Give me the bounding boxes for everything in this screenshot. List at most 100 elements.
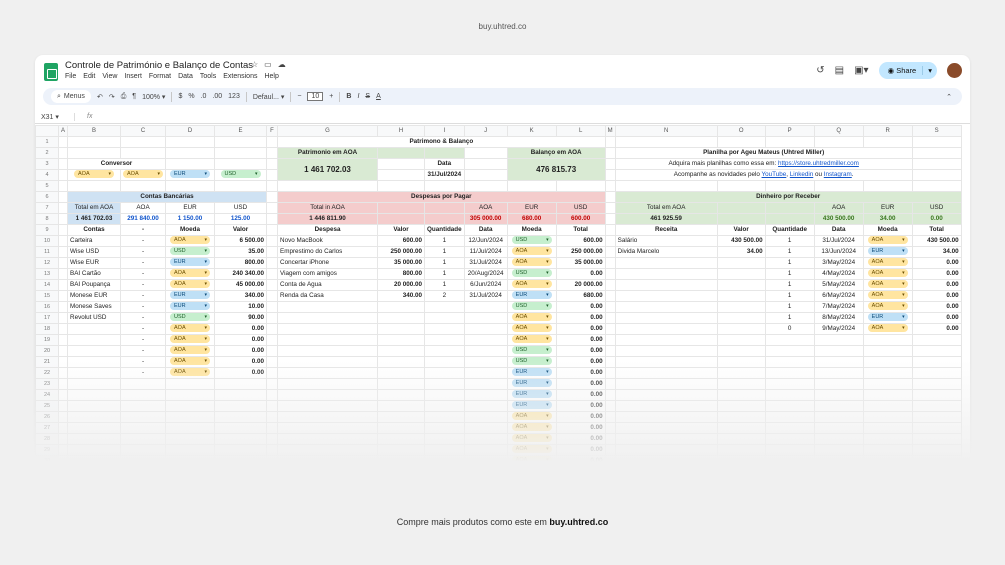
cell[interactable]: EUR — [506, 367, 557, 379]
cell[interactable] — [266, 213, 279, 225]
row-number[interactable]: 31 — [35, 466, 59, 475]
cell[interactable] — [266, 323, 279, 335]
cell[interactable] — [165, 411, 216, 423]
cell[interactable] — [424, 433, 465, 445]
cell[interactable] — [377, 345, 426, 357]
sheet-title[interactable]: Patrimono & Balanço — [277, 136, 606, 148]
cell[interactable]: USD — [165, 246, 216, 258]
cell[interactable] — [716, 466, 766, 475]
cell[interactable]: - — [120, 334, 167, 346]
cell[interactable] — [463, 180, 508, 192]
cell[interactable]: Total — [555, 224, 606, 236]
cell[interactable] — [463, 158, 508, 170]
cell[interactable] — [716, 378, 766, 390]
cell[interactable] — [911, 334, 962, 346]
cell[interactable]: 1 — [764, 301, 815, 313]
account-name[interactable]: Wise EUR — [67, 257, 122, 269]
cell[interactable] — [604, 169, 616, 181]
cell[interactable] — [214, 422, 268, 434]
cell[interactable] — [604, 180, 616, 192]
column-header[interactable]: N — [614, 125, 718, 137]
cell[interactable]: 800.00 — [214, 257, 268, 269]
cell[interactable] — [614, 455, 718, 467]
currency-dropdown[interactable]: AOA — [867, 291, 908, 300]
redo-icon[interactable]: ↷ — [109, 93, 115, 101]
column-header[interactable]: R — [862, 125, 913, 137]
font-size-minus-icon[interactable]: − — [297, 93, 301, 100]
increase-decimal-button[interactable]: .00 — [212, 93, 222, 100]
cell[interactable]: USD — [506, 356, 557, 368]
cell[interactable]: - — [120, 224, 167, 236]
cell[interactable] — [813, 411, 864, 423]
cell[interactable] — [266, 389, 279, 401]
cell[interactable] — [67, 411, 122, 423]
cell[interactable]: 1 — [764, 257, 815, 269]
balanco-value[interactable]: 476 815.73 — [506, 158, 606, 181]
cell[interactable] — [604, 323, 616, 335]
cell[interactable] — [120, 400, 167, 412]
account-name[interactable] — [67, 356, 122, 368]
cell[interactable] — [614, 345, 718, 357]
cell[interactable] — [67, 444, 122, 456]
cell[interactable] — [57, 334, 69, 346]
cell[interactable] — [377, 301, 426, 313]
cell[interactable] — [506, 180, 557, 192]
cell[interactable]: AOA — [506, 323, 557, 335]
cell[interactable]: 0.00 — [555, 400, 606, 412]
cell[interactable] — [377, 433, 426, 445]
income-name[interactable] — [614, 279, 718, 291]
cell[interactable] — [214, 180, 268, 192]
cell[interactable] — [57, 422, 69, 434]
row-number[interactable]: 7 — [35, 202, 59, 214]
cell[interactable] — [165, 378, 216, 390]
cell[interactable] — [165, 455, 216, 467]
column-header[interactable]: C — [120, 125, 167, 137]
spreadsheet-grid[interactable]: ABCDEFGHIJKLMNOPQRS 1 Patrimono & Balanço… — [35, 125, 962, 475]
cell[interactable] — [377, 400, 426, 412]
column-header[interactable]: E — [214, 125, 268, 137]
patrimonio-value[interactable]: 1 461 702.03 — [277, 158, 379, 181]
cell[interactable] — [266, 136, 279, 148]
row-number[interactable]: 8 — [35, 213, 59, 225]
cell[interactable]: 250 000.00 — [555, 246, 606, 258]
cell[interactable] — [716, 301, 766, 313]
cell[interactable]: 45 000.00 — [214, 279, 268, 291]
currency-dropdown[interactable]: USD — [170, 313, 211, 322]
column-header[interactable]: I — [424, 125, 465, 137]
cell[interactable] — [862, 400, 913, 412]
cell[interactable] — [266, 367, 279, 379]
cell[interactable] — [266, 158, 279, 170]
cell[interactable]: 20/Aug/2024 — [463, 268, 508, 280]
cell[interactable]: AOA — [506, 279, 557, 291]
cell[interactable]: AOA — [862, 257, 913, 269]
cell[interactable]: - — [120, 301, 167, 313]
store-link[interactable]: https://store.uhtredmiller.com — [778, 160, 859, 167]
cell[interactable] — [716, 334, 766, 346]
cell[interactable] — [377, 389, 426, 401]
cell[interactable] — [57, 345, 69, 357]
currency-dropdown[interactable]: EUR — [170, 302, 211, 311]
currency-dropdown[interactable]: EUR — [511, 368, 552, 377]
cell[interactable] — [57, 158, 69, 170]
currency-dropdown[interactable]: AOA — [511, 247, 552, 256]
menu-item-view[interactable]: View — [102, 73, 117, 80]
currency-dropdown[interactable]: AOA — [511, 423, 552, 432]
comment-icon[interactable]: ▤ — [835, 65, 844, 76]
cell[interactable] — [813, 378, 864, 390]
cell[interactable]: 250 000.00 — [377, 246, 426, 258]
cell[interactable] — [614, 334, 718, 346]
expense-name[interactable] — [277, 378, 379, 390]
cell[interactable] — [57, 433, 69, 445]
expense-name[interactable] — [277, 323, 379, 335]
cell[interactable] — [424, 323, 465, 335]
data-label[interactable]: Data — [424, 158, 465, 170]
cell[interactable]: 0 — [764, 323, 815, 335]
currency-dropdown[interactable]: EUR — [170, 258, 211, 267]
row-number[interactable]: 20 — [35, 345, 59, 357]
cell[interactable] — [716, 323, 766, 335]
cell[interactable]: - — [120, 268, 167, 280]
cell[interactable] — [911, 433, 962, 445]
cell[interactable] — [214, 378, 268, 390]
currency-dropdown[interactable]: AOA — [170, 368, 211, 377]
cta-brand[interactable]: buy.uhtred.co — [549, 517, 608, 527]
